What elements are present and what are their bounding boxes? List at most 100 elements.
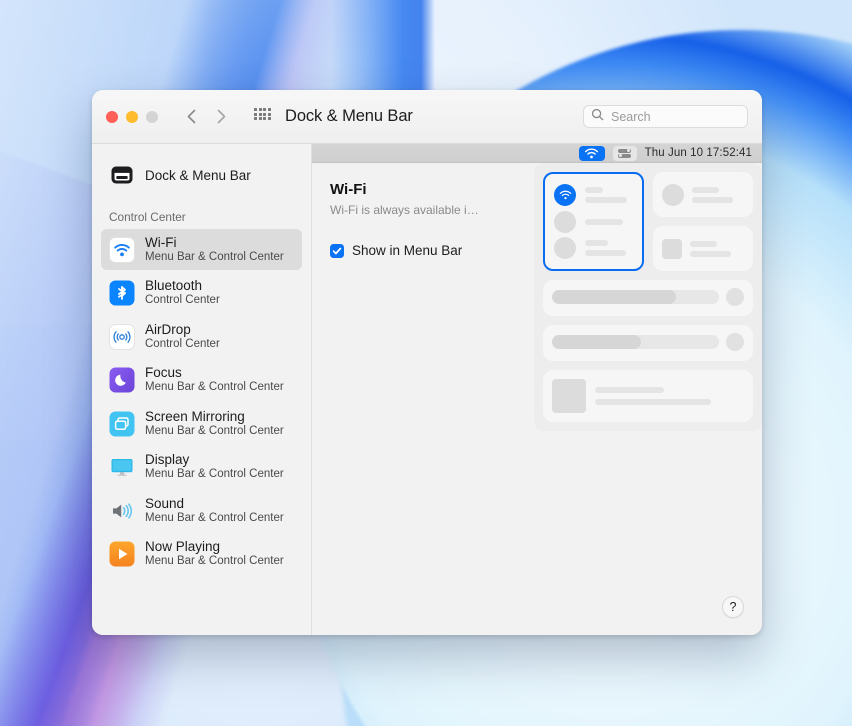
show-in-menu-bar-row[interactable]: Show in Menu Bar <box>330 243 522 258</box>
placeholder-bar <box>690 250 732 257</box>
control-center-slider-module-2[interactable] <box>543 325 753 361</box>
sidebar-item-text: Display Menu Bar & Control Center <box>145 452 284 481</box>
sidebar: Dock & Menu Bar Control Center Wi-Fi Men… <box>92 144 312 635</box>
sidebar-item-title: Bluetooth <box>145 278 203 294</box>
traffic-lights <box>106 110 158 123</box>
placeholder-bar <box>585 187 604 193</box>
placeholder-bar <box>585 240 609 246</box>
preview-row-3 <box>554 237 633 259</box>
control-center-module-selected[interactable] <box>543 172 644 271</box>
sidebar-item-title: Screen Mirroring <box>145 408 245 424</box>
detail-pane: Thu Jun 10 17:52:41 Wi-Fi Wi-Fi is alway… <box>312 144 762 635</box>
control-center-now-playing-module[interactable] <box>543 370 753 422</box>
placeholder-bar <box>585 218 624 225</box>
placeholder-bar <box>692 196 733 203</box>
sidebar-item-subtitle: Control Center <box>145 294 220 307</box>
search-input[interactable] <box>609 108 740 125</box>
sidebar-item-text: Wi-Fi Menu Bar & Control Center <box>145 235 284 264</box>
slider-knob[interactable] <box>726 333 744 351</box>
preview-placeholder-lines <box>595 387 744 405</box>
preview-wifi-icon <box>554 184 576 206</box>
page-title: Wi-Fi <box>330 181 367 198</box>
sidebar-item-text: Screen Mirroring Menu Bar & Control Cent… <box>145 409 284 438</box>
focus-moon-icon <box>109 367 135 393</box>
sidebar-item-subtitle: Menu Bar & Control Center <box>145 250 284 263</box>
placeholder-bar <box>692 186 720 193</box>
slider-track[interactable] <box>552 335 719 349</box>
airdrop-icon <box>109 323 135 350</box>
preview-placeholder-lines <box>690 240 744 257</box>
preview-placeholder-lines <box>585 218 633 225</box>
bluetooth-icon <box>109 280 135 306</box>
sidebar-item-text: Focus Menu Bar & Control Center <box>145 365 284 394</box>
placeholder-bar <box>595 387 664 393</box>
screen-mirroring-icon <box>109 411 135 437</box>
preview-placeholder-lines <box>585 187 633 203</box>
search-icon <box>591 108 604 126</box>
zoom-button[interactable] <box>146 110 158 123</box>
system-preferences-window: Dock & Menu Bar Search Dock & Menu Bar C… <box>92 90 762 635</box>
menu-bar-clock: Thu Jun 10 17:52:41 <box>644 147 752 159</box>
preview-right-column <box>653 172 753 271</box>
preview-top-row <box>543 172 753 271</box>
control-center-module-circle[interactable] <box>653 172 753 217</box>
sidebar-item-subtitle: Menu Bar & Control Center <box>145 468 284 481</box>
placeholder-bar <box>585 250 626 256</box>
control-center-icon[interactable] <box>612 145 637 161</box>
control-center-module-square[interactable] <box>653 226 753 271</box>
placeholder-bar <box>595 399 712 405</box>
slider-fill <box>552 290 676 304</box>
back-chevron-icon[interactable] <box>180 106 202 128</box>
sidebar-item-wifi[interactable]: Wi-Fi Menu Bar & Control Center <box>101 229 302 271</box>
sidebar-item-focus[interactable]: Focus Menu Bar & Control Center <box>101 359 302 400</box>
preview-wifi-row <box>554 184 633 206</box>
menu-bar-preview: Thu Jun 10 17:52:41 <box>312 144 762 163</box>
slider-knob[interactable] <box>726 288 744 306</box>
menu-bar-wifi-icon[interactable] <box>578 145 605 161</box>
placeholder-circle <box>662 183 684 206</box>
wifi-icon <box>109 236 135 263</box>
placeholder-circle <box>554 210 576 233</box>
placeholder-square <box>662 238 682 259</box>
sidebar-item-text: Bluetooth Control Center <box>145 278 220 307</box>
detail-content: Wi-Fi Wi-Fi is always available i… Show … <box>312 163 762 635</box>
control-center-slider-module-1[interactable] <box>543 280 753 316</box>
control-center-toggle-bottom <box>618 153 632 158</box>
forward-chevron-icon[interactable] <box>210 106 232 128</box>
all-preferences-grid-icon[interactable] <box>254 108 271 125</box>
sidebar-item-display[interactable]: Display Menu Bar & Control Center <box>101 446 302 487</box>
sidebar-item-dock-menu-bar[interactable]: Dock & Menu Bar <box>101 156 302 194</box>
sidebar-item-now-playing[interactable]: Now Playing Menu Bar & Control Center <box>101 533 302 574</box>
sidebar-item-screen-mirroring[interactable]: Screen Mirroring Menu Bar & Control Cent… <box>101 403 302 444</box>
help-button[interactable]: ? <box>722 596 744 618</box>
close-button[interactable] <box>106 110 118 123</box>
sidebar-item-title: Now Playing <box>145 539 221 555</box>
sidebar-item-title: Display <box>145 452 190 468</box>
sidebar-item-title: Wi-Fi <box>145 235 177 250</box>
now-playing-icon <box>109 541 135 567</box>
dock-menu-bar-icon <box>109 162 135 188</box>
sidebar-item-title: Focus <box>145 365 182 381</box>
sidebar-item-sound[interactable]: Sound Menu Bar & Control Center <box>101 490 302 531</box>
sidebar-item-text: Now Playing Menu Bar & Control Center <box>145 539 284 568</box>
placeholder-thumbnail <box>552 379 586 413</box>
window-body: Dock & Menu Bar Control Center Wi-Fi Men… <box>92 144 762 635</box>
placeholder-bar <box>585 197 628 203</box>
sidebar-header-label: Dock & Menu Bar <box>145 167 251 183</box>
window-title: Dock & Menu Bar <box>285 107 413 125</box>
show-in-menu-bar-checkbox[interactable] <box>330 243 344 258</box>
display-icon <box>109 454 135 480</box>
sidebar-item-bluetooth[interactable]: Bluetooth Control Center <box>101 272 302 313</box>
sidebar-item-subtitle: Menu Bar & Control Center <box>145 381 284 394</box>
slider-fill <box>552 335 641 349</box>
control-center-preview <box>534 163 762 431</box>
sidebar-item-subtitle: Control Center <box>145 337 220 350</box>
page-description: Wi-Fi is always available i… <box>330 203 479 217</box>
sidebar-item-subtitle: Menu Bar & Control Center <box>145 424 284 437</box>
slider-track[interactable] <box>552 290 719 304</box>
sidebar-item-airdrop[interactable]: AirDrop Control Center <box>101 316 302 357</box>
wifi-settings-column: Wi-Fi Wi-Fi is always available i… Show … <box>312 181 522 635</box>
search-field[interactable] <box>583 105 748 128</box>
minimize-button[interactable] <box>126 110 138 123</box>
sound-icon <box>109 498 135 524</box>
